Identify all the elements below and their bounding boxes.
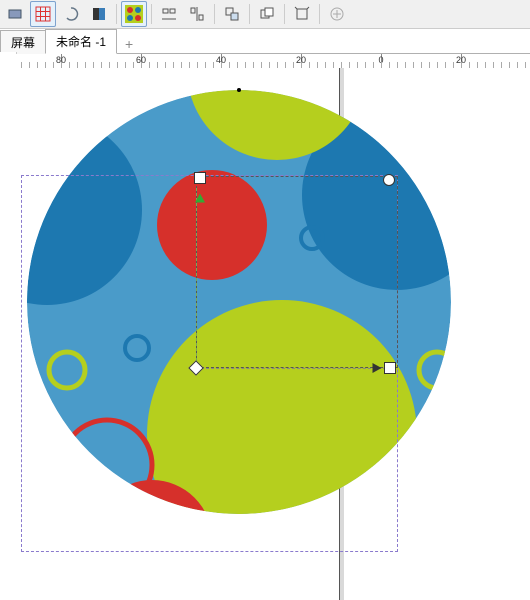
ruler-vertical[interactable] [0, 68, 17, 600]
tile-arrow-up [195, 194, 205, 203]
ruler-corner[interactable] [0, 52, 17, 69]
pattern-fill-object[interactable] [27, 90, 451, 514]
tile-handle-end[interactable] [384, 362, 396, 374]
tab-document[interactable]: 未命名 -1 [45, 29, 117, 54]
add-tab-button[interactable]: + [120, 35, 138, 53]
tile-arrow-right [373, 363, 382, 373]
tile-node-right[interactable] [383, 174, 395, 186]
grid-icon[interactable] [30, 1, 56, 27]
tab-screen[interactable]: 屏幕 [0, 30, 46, 54]
toolbar-separator [249, 4, 250, 24]
property-toolbar [0, 0, 530, 29]
toolbar-separator [151, 4, 152, 24]
duplicate-icon[interactable] [254, 1, 280, 27]
distribute-icon[interactable] [184, 1, 210, 27]
align-icon[interactable] [156, 1, 182, 27]
toolbar-separator [319, 4, 320, 24]
toolbar-separator [284, 4, 285, 24]
rectangle-icon[interactable] [2, 1, 28, 27]
pattern-dots-icon[interactable] [121, 1, 147, 27]
toolbar-separator [116, 4, 117, 24]
contrast-icon[interactable] [86, 1, 112, 27]
add-icon[interactable] [324, 1, 350, 27]
object-anchor-dot[interactable] [237, 88, 241, 92]
toolbar-separator [214, 4, 215, 24]
guide-vertical [196, 188, 197, 366]
canvas-area[interactable] [16, 68, 530, 600]
tile-handle-top[interactable] [194, 172, 206, 184]
transform-icon[interactable] [289, 1, 315, 27]
arrange-icon[interactable] [219, 1, 245, 27]
guide-horizontal [196, 368, 386, 369]
swirl-icon[interactable] [58, 1, 84, 27]
document-tabbar: 屏幕 未命名 -1 + [0, 29, 530, 54]
